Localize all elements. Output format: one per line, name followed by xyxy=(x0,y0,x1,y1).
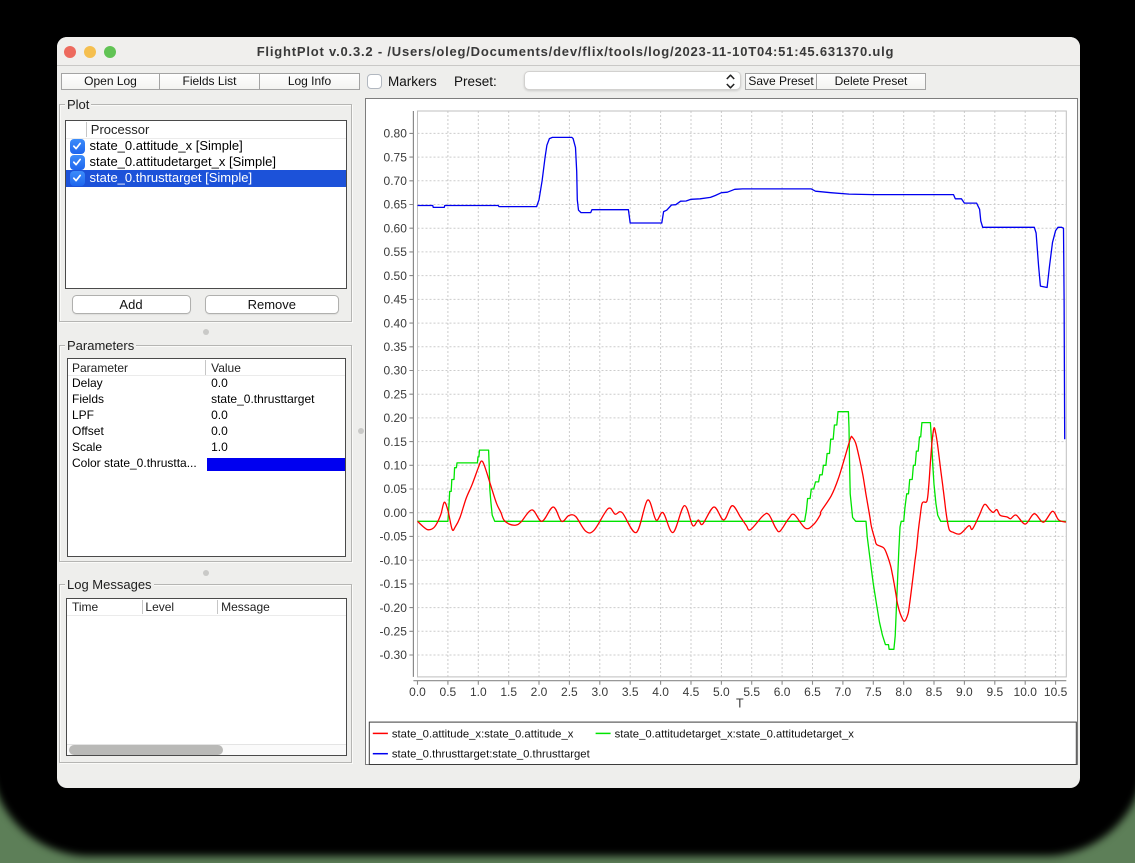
svg-text:6.0: 6.0 xyxy=(774,685,791,699)
svg-text:7.5: 7.5 xyxy=(865,685,882,699)
svg-text:-0.30: -0.30 xyxy=(380,648,408,662)
svg-text:6.5: 6.5 xyxy=(804,685,821,699)
svg-text:0.80: 0.80 xyxy=(384,127,408,141)
svg-text:T: T xyxy=(736,697,744,711)
svg-text:0.75: 0.75 xyxy=(384,150,408,164)
svg-text:0.60: 0.60 xyxy=(384,221,408,235)
svg-text:-0.05: -0.05 xyxy=(380,530,408,544)
svg-text:0.5: 0.5 xyxy=(440,685,457,699)
svg-text:0.45: 0.45 xyxy=(384,293,408,307)
svg-text:0.40: 0.40 xyxy=(384,316,408,330)
svg-text:1.5: 1.5 xyxy=(500,685,517,699)
svg-text:-0.15: -0.15 xyxy=(380,577,408,591)
svg-text:0.50: 0.50 xyxy=(384,269,408,283)
svg-text:3.0: 3.0 xyxy=(591,685,608,699)
svg-text:0.05: 0.05 xyxy=(384,482,408,496)
svg-text:10.5: 10.5 xyxy=(1044,685,1068,699)
svg-text:state_0.attitudetarget_x:state: state_0.attitudetarget_x:state_0.attitud… xyxy=(615,728,855,740)
svg-text:0.15: 0.15 xyxy=(384,435,408,449)
svg-text:7.0: 7.0 xyxy=(835,685,852,699)
svg-text:0.20: 0.20 xyxy=(384,411,408,425)
svg-text:0.35: 0.35 xyxy=(384,340,408,354)
svg-text:5.5: 5.5 xyxy=(743,685,760,699)
svg-text:8.5: 8.5 xyxy=(926,685,943,699)
svg-text:9.0: 9.0 xyxy=(956,685,973,699)
svg-text:state_0.attitude_x:state_0.att: state_0.attitude_x:state_0.attitude_x xyxy=(392,728,574,740)
svg-text:0.0: 0.0 xyxy=(409,685,426,699)
svg-text:-0.20: -0.20 xyxy=(380,601,408,615)
svg-text:10.0: 10.0 xyxy=(1014,685,1038,699)
svg-text:4.5: 4.5 xyxy=(683,685,700,699)
svg-text:-0.10: -0.10 xyxy=(380,553,408,567)
svg-text:0.00: 0.00 xyxy=(384,506,408,520)
svg-text:0.10: 0.10 xyxy=(384,459,408,473)
svg-text:0.25: 0.25 xyxy=(384,387,408,401)
svg-text:state_0.thrusttarget:state_0.t: state_0.thrusttarget:state_0.thrusttarge… xyxy=(392,749,591,761)
svg-text:0.70: 0.70 xyxy=(384,174,408,188)
svg-text:2.0: 2.0 xyxy=(531,685,548,699)
svg-text:0.65: 0.65 xyxy=(384,198,408,212)
svg-text:3.5: 3.5 xyxy=(622,685,639,699)
svg-text:2.5: 2.5 xyxy=(561,685,578,699)
svg-text:0.55: 0.55 xyxy=(384,245,408,259)
svg-text:1.0: 1.0 xyxy=(470,685,487,699)
svg-text:0.30: 0.30 xyxy=(384,364,408,378)
svg-text:5.0: 5.0 xyxy=(713,685,730,699)
svg-text:8.0: 8.0 xyxy=(895,685,912,699)
svg-text:4.0: 4.0 xyxy=(652,685,669,699)
svg-text:-0.25: -0.25 xyxy=(380,625,408,639)
svg-text:9.5: 9.5 xyxy=(986,685,1003,699)
